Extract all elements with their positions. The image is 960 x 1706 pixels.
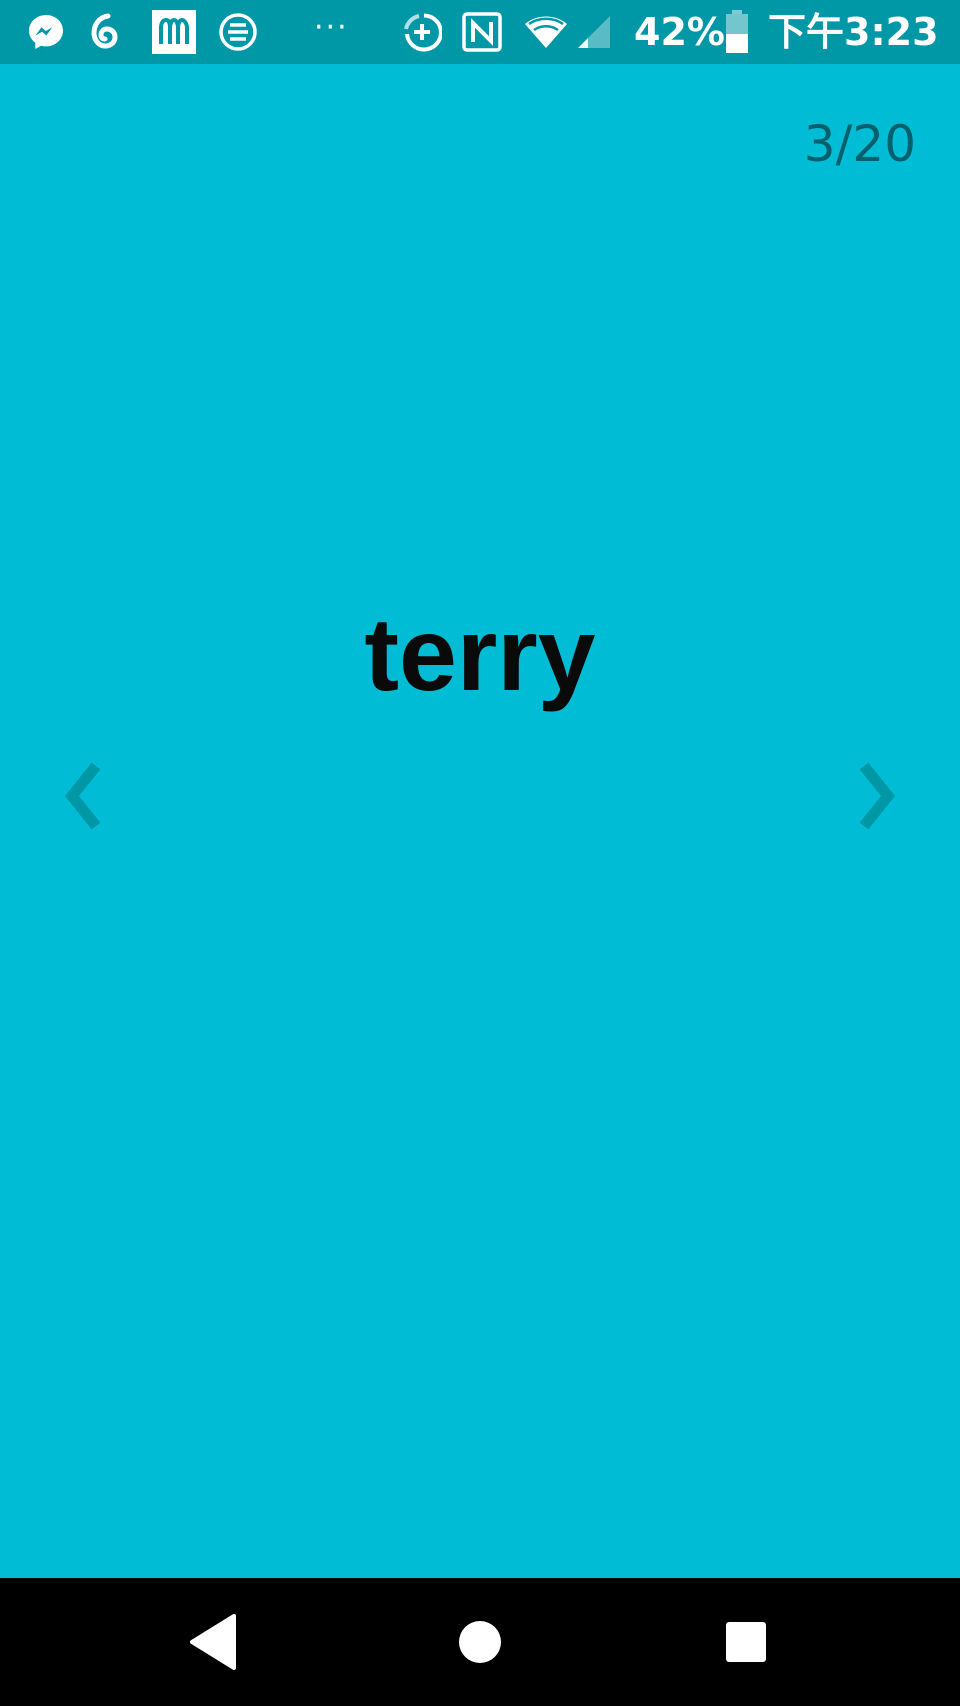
- recents-icon[interactable]: [714, 1610, 778, 1674]
- nfc-icon: [462, 12, 502, 52]
- mcdonalds-icon: [152, 10, 196, 54]
- e-circle-app-icon: [219, 13, 257, 51]
- spiral-app-icon: [91, 13, 118, 49]
- messenger-icon: [29, 15, 63, 49]
- status-clock: 下午3:23: [768, 10, 939, 54]
- notification-overflow-dots: ···: [314, 10, 349, 45]
- navigation-bar: [0, 1578, 960, 1706]
- flashcard-word[interactable]: terry: [0, 590, 960, 720]
- data-saver-icon: [404, 13, 442, 52]
- back-icon[interactable]: [182, 1610, 246, 1674]
- cell-signal-icon: [578, 16, 610, 48]
- home-icon[interactable]: [448, 1610, 512, 1674]
- status-bar: ··· 42% 下午3:23: [0, 0, 960, 64]
- wifi-icon: [525, 16, 567, 48]
- card-counter: 3/20: [803, 115, 916, 173]
- chevron-left-icon[interactable]: [54, 756, 114, 836]
- app-screen: ··· 42% 下午3:23 3/20 terry: [0, 0, 960, 1706]
- battery-percentage: 42%: [634, 10, 725, 54]
- battery-icon: [726, 10, 748, 53]
- chevron-right-icon[interactable]: [846, 756, 906, 836]
